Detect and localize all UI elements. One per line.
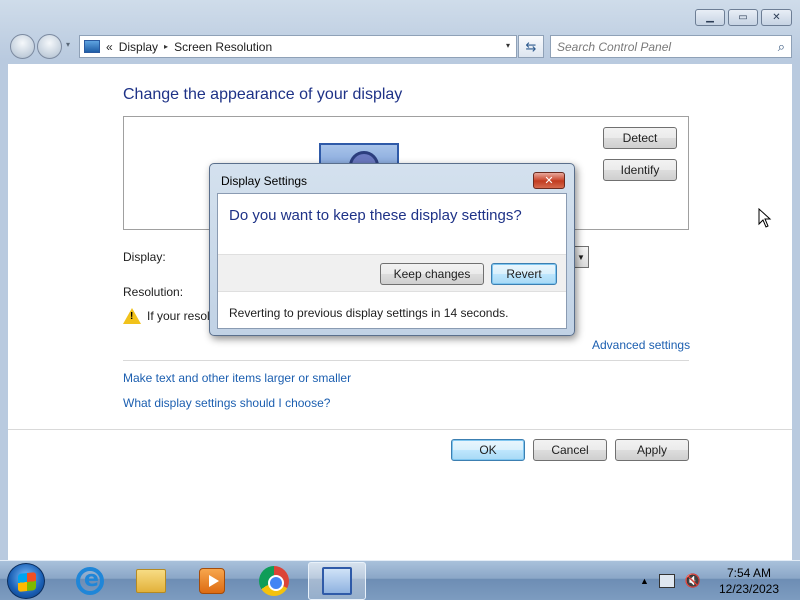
advanced-settings-link[interactable]: Advanced settings — [592, 338, 690, 352]
media-player-taskbar-button[interactable] — [183, 562, 241, 600]
breadcrumb-screen-resolution[interactable]: Screen Resolution — [174, 40, 272, 54]
address-dropdown-icon[interactable]: ▾ — [506, 41, 510, 50]
display-dropdown-arrow-icon[interactable]: ▼ — [573, 246, 589, 268]
mouse-cursor-icon — [758, 208, 772, 228]
show-hidden-icons-button[interactable]: ▲ — [640, 576, 649, 586]
control-panel-taskbar-button[interactable] — [308, 562, 366, 600]
back-button[interactable] — [10, 34, 35, 59]
detect-button[interactable]: Detect — [603, 127, 677, 149]
chrome-taskbar-button[interactable] — [245, 562, 303, 600]
taskbar: ▲ 🔇 7:54 AM 12/23/2023 — [0, 560, 800, 600]
page-title: Change the appearance of your display — [123, 86, 403, 103]
maximize-button[interactable]: ▭ — [728, 9, 758, 26]
clock-date: 12/23/2023 — [718, 582, 780, 596]
resolution-warning: ! If your resol — [123, 308, 210, 324]
minimize-button[interactable]: ▁ — [695, 9, 725, 26]
display-icon — [84, 40, 100, 53]
search-box[interactable]: ⌕ — [550, 35, 792, 58]
chrome-icon — [259, 566, 289, 596]
display-settings-dialog: Display Settings ✕ Do you want to keep t… — [209, 163, 575, 336]
internet-explorer-icon — [76, 567, 104, 595]
internet-explorer-taskbar-button[interactable] — [61, 562, 119, 600]
identify-button[interactable]: Identify — [603, 159, 677, 181]
search-input[interactable] — [551, 36, 761, 57]
navigation-bar: ▾ « Display ▸ Screen Resolution ▾ ⇆ ⌕ — [8, 33, 792, 59]
warning-text: If your resol — [147, 309, 210, 323]
windows-logo-icon — [18, 572, 36, 592]
keep-changes-button[interactable]: Keep changes — [380, 263, 484, 285]
search-icon[interactable]: ⌕ — [778, 39, 785, 55]
volume-muted-icon[interactable]: 🔇 — [685, 573, 701, 589]
warning-icon: ! — [123, 308, 141, 324]
dialog-question: Do you want to keep these display settin… — [229, 207, 522, 224]
dialog-close-button[interactable]: ✕ — [533, 172, 565, 189]
ok-button[interactable]: OK — [451, 439, 525, 461]
forward-button[interactable] — [37, 34, 62, 59]
breadcrumb-display[interactable]: Display — [119, 40, 158, 54]
divider — [123, 360, 689, 361]
windows-explorer-taskbar-button[interactable] — [122, 562, 180, 600]
close-window-button[interactable]: ✕ — [761, 9, 792, 26]
clock-time: 7:54 AM — [726, 566, 772, 580]
recent-pages-dropdown[interactable]: ▾ — [66, 40, 70, 49]
start-button[interactable] — [7, 563, 45, 599]
display-label: Display: — [123, 250, 166, 264]
media-player-icon — [199, 568, 225, 594]
address-bar[interactable]: « Display ▸ Screen Resolution ▾ — [79, 35, 517, 58]
control-panel-icon — [322, 567, 352, 595]
dialog-title: Display Settings — [221, 174, 308, 188]
divider — [8, 429, 792, 430]
folder-icon — [136, 569, 166, 593]
window-controls: ▁ ▭ ✕ — [695, 9, 792, 26]
refresh-button[interactable]: ⇆ — [518, 35, 544, 58]
text-size-link[interactable]: Make text and other items larger or smal… — [123, 371, 351, 385]
dialog-body: Do you want to keep these display settin… — [217, 193, 567, 329]
display-help-link[interactable]: What display settings should I choose? — [123, 396, 330, 410]
resolution-label: Resolution: — [123, 285, 184, 299]
clock[interactable]: 7:54 AM 12/23/2023 — [714, 565, 784, 597]
revert-countdown-text: Reverting to previous display settings i… — [229, 306, 509, 320]
revert-button[interactable]: Revert — [491, 263, 557, 285]
apply-button[interactable]: Apply — [615, 439, 689, 461]
dialog-button-bar: Keep changes Revert — [218, 254, 566, 292]
cancel-button[interactable]: Cancel — [533, 439, 607, 461]
breadcrumb-separator-icon[interactable]: ▸ — [164, 42, 168, 51]
breadcrumb-overflow[interactable]: « — [106, 40, 113, 54]
system-tray: ▲ 🔇 — [640, 561, 701, 600]
network-icon[interactable] — [658, 574, 675, 588]
